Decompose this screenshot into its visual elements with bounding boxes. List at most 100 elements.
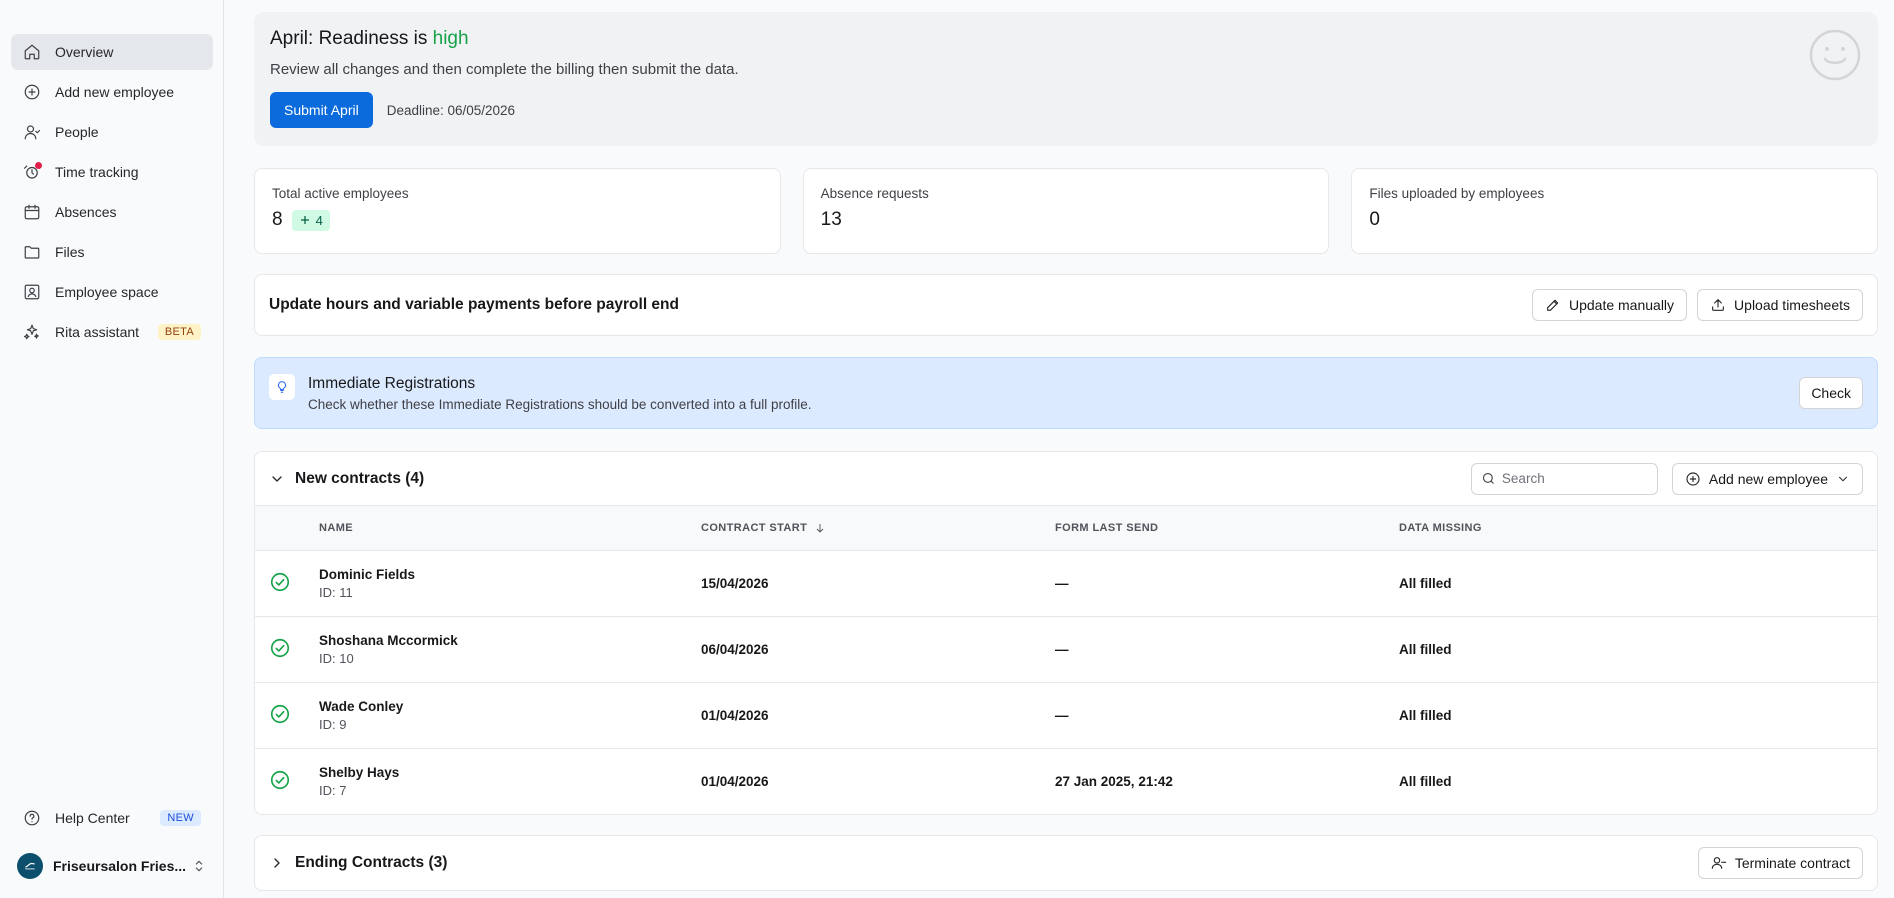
table-header-row: NAME CONTRACT START FORM LAST SEND DATA … [255,506,1877,551]
add-new-employee-dropdown[interactable]: Add new employee [1671,462,1863,495]
immediate-registrations-callout: Immediate Registrations Check whether th… [254,357,1878,429]
status-cell [255,682,319,749]
stat-card-files-uploaded: Files uploaded by employees 0 [1351,168,1879,254]
lightbulb-icon [269,374,295,400]
smiley-icon [1809,29,1861,81]
stat-delta-value: 4 [315,212,323,228]
folder-icon [23,243,41,261]
new-contracts-table: NAME CONTRACT START FORM LAST SEND DATA … [255,506,1877,814]
employee-id: ID: 7 [319,782,347,798]
employee-name[interactable]: Shoshana Mccormick [319,633,701,648]
plus-circle-icon [1686,471,1700,486]
employee-name[interactable]: Wade Conley [319,699,701,714]
payroll-update-title: Update hours and variable payments befor… [269,296,679,313]
search-icon [1482,472,1494,484]
ending-contracts-title: Ending Contracts (3) [295,854,448,871]
contract-start-cell: 01/04/2026 [701,773,769,789]
stats-row: Total active employees 8 4 Absence reque… [254,168,1879,254]
id-badge-icon [23,283,41,301]
employee-name[interactable]: Shelby Hays [319,765,701,780]
sidebar-item-label: Employee space [55,284,159,300]
calendar-icon [23,203,41,221]
sidebar-item-time-tracking[interactable]: Time tracking [11,154,213,190]
home-icon [23,43,41,61]
organization-switcher[interactable]: Friseursalon Fries... [11,846,213,886]
terminate-contract-label: Terminate contract [1734,855,1850,871]
sidebar-item-people[interactable]: People [11,114,213,150]
header-status-cell [255,506,319,551]
update-manually-button[interactable]: Update manually [1531,289,1688,321]
new-contracts-panel: New contracts (4) Add new employee NAME [254,451,1878,815]
sidebar-item-files[interactable]: Files [11,234,213,270]
sparkle-icon [23,323,41,341]
sidebar-item-add-new-employee[interactable]: Add new employee [11,74,213,110]
new-badge: NEW [160,810,201,826]
readiness-banner: April: Readiness is high Review all chan… [254,12,1878,146]
notification-dot [35,162,42,169]
table-row[interactable]: Wade Conley ID: 9 01/04/2026— All filled [255,682,1877,749]
sidebar-item-help-center[interactable]: Help Center NEW [11,800,213,836]
employee-name[interactable]: Dominic Fields [319,567,701,582]
stat-value: 8 [272,209,283,230]
upload-timesheets-button[interactable]: Upload timesheets [1697,289,1863,321]
name-cell: Shoshana Mccormick ID: 10 [319,616,701,683]
check-circle-icon [270,770,290,789]
help-circle-icon [23,809,41,827]
sidebar-item-label: Absences [55,204,117,220]
chevron-down-icon[interactable] [269,471,285,487]
column-header-data-missing[interactable]: DATA MISSING [1399,506,1877,551]
search-input[interactable] [1501,471,1642,486]
column-header-contract-start[interactable]: CONTRACT START [701,506,1055,551]
payroll-update-card: Update hours and variable payments befor… [254,274,1878,336]
table-row[interactable]: Shelby Hays ID: 7 01/04/2026 27 Jan 2025, 2… [255,748,1877,814]
organization-logo [17,853,43,879]
column-header-form-last-send[interactable]: FORM LAST SEND [1055,506,1399,551]
terminate-contract-button[interactable]: Terminate contract [1697,847,1863,879]
column-header-label: CONTRACT START [701,521,808,534]
stat-title: Files uploaded by employees [1369,186,1545,201]
stat-card-absence-requests: Absence requests 13 [802,168,1330,254]
arrow-down-icon [816,523,824,533]
employee-id: ID: 10 [319,650,354,666]
chevron-up-down-icon [195,860,203,872]
form-last-send-cell: 27 Jan 2025, 21:42 [1055,773,1173,789]
table-row[interactable]: Dominic Fields ID: 11 15/04/2026— All fille… [255,550,1877,617]
form-last-send-cell: — [1055,616,1399,683]
status-cell [255,550,319,617]
stat-title: Absence requests [820,186,929,201]
sidebar-item-label: Overview [55,44,114,60]
sidebar-item-label: Time tracking [55,164,139,180]
alarm-clock-icon [23,162,42,181]
upload-icon [1712,299,1724,311]
check-circle-icon [270,704,290,723]
deadline-text: Deadline: 06/05/2026 [386,102,516,118]
contract-start-cell: 01/04/2026 [701,682,1055,749]
contract-start-cell: 06/04/2026 [701,616,1055,683]
contract-start-cell: 15/04/2026 [701,550,1055,617]
check-button[interactable]: Check [1799,377,1863,409]
status-cell [255,616,319,683]
beta-badge: BETA [157,324,201,340]
upload-timesheets-label: Upload timesheets [1734,297,1850,313]
sidebar-item-absences[interactable]: Absences [11,194,213,230]
sidebar-item-employee-space[interactable]: Employee space [11,274,213,310]
chevron-right-icon[interactable] [269,855,285,871]
sidebar-item-overview[interactable]: Overview [11,34,213,70]
column-header-name[interactable]: NAME [319,506,701,551]
plus-icon [300,216,309,224]
callout-text: Check whether these Immediate Registrati… [308,396,812,412]
data-missing-cell: All filled [1399,682,1877,749]
sidebar-item-label: Help Center [55,810,130,826]
data-missing-cell: All filled [1399,773,1452,789]
sidebar-item-rita-assistant[interactable]: Rita assistant BETA [11,314,213,350]
table-row[interactable]: Shoshana Mccormick ID: 10 06/04/2026— All f… [255,616,1877,683]
employee-id: ID: 9 [319,716,347,732]
stat-value: 0 [1369,209,1380,230]
main-content: April: Readiness is high Review all chan… [224,0,1894,898]
stat-title: Total active employees [272,186,409,201]
employee-id: ID: 11 [319,584,353,600]
submit-april-button[interactable]: Submit April [270,92,373,128]
sidebar-item-label: Files [55,244,85,260]
form-last-send-cell: — [1055,682,1399,749]
stat-value: 13 [820,209,842,230]
